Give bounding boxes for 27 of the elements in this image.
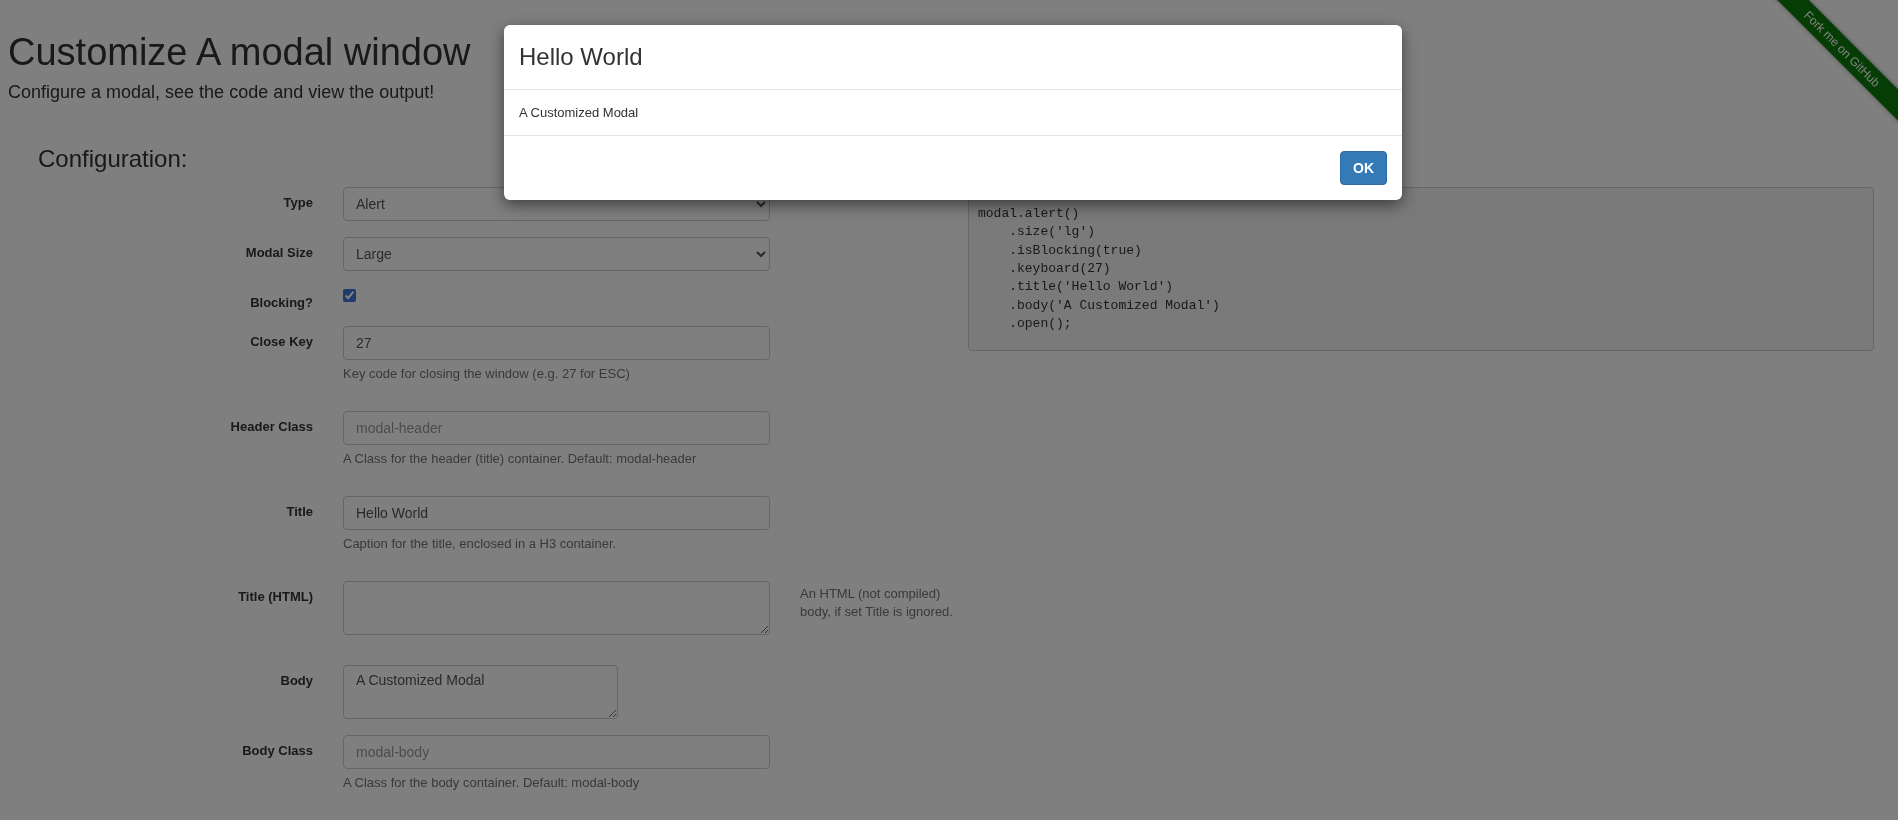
field-label: Title — [286, 502, 313, 521]
dropdown[interactable]: Large — [343, 236, 770, 271]
text-field[interactable]: 27 — [343, 325, 770, 360]
modal-title: Hello World — [519, 42, 643, 72]
text-area[interactable]: A Customized Modal — [343, 664, 618, 719]
text-area[interactable] — [343, 580, 770, 635]
field-label: Blocking? — [250, 293, 313, 310]
text-field[interactable]: Hello World — [343, 495, 770, 530]
code-block: modal.alert() .size('lg') .isBlocking(true) .keyboard(27) .title('Hello World') .body('A Customized Modal') .open(); — [968, 186, 1874, 351]
help-text: A Class for the header (title) container. Default: modal-header — [343, 450, 697, 466]
field-label: Body Class — [242, 741, 313, 760]
ok-button[interactable]: OK — [1340, 151, 1387, 186]
help-text: Caption for the title, enclosed in a H3 container. — [343, 535, 617, 551]
page-title: Customize A modal window — [8, 30, 471, 75]
section-heading: Configuration: — [38, 144, 188, 173]
field-label: Header Class — [230, 417, 313, 436]
field-label: Modal Size — [245, 243, 313, 262]
field-label: Body — [280, 671, 313, 690]
page-subtitle: Configure a modal, see the code and view the output! — [8, 81, 435, 103]
modal-body-text: A Customized Modal — [519, 105, 639, 121]
field-label: Title (HTML) — [238, 587, 313, 606]
field-label: Type — [283, 193, 313, 212]
help-text: An HTML (not compiled) body, if set Title is ignored. — [800, 584, 954, 622]
help-text: A Class for the body container. Default: modal-body — [343, 774, 640, 790]
help-text: Key code for closing the window (e.g. 27 for ESC) — [343, 365, 630, 381]
checkbox[interactable] — [343, 288, 356, 302]
field-label: Close Key — [250, 332, 313, 351]
